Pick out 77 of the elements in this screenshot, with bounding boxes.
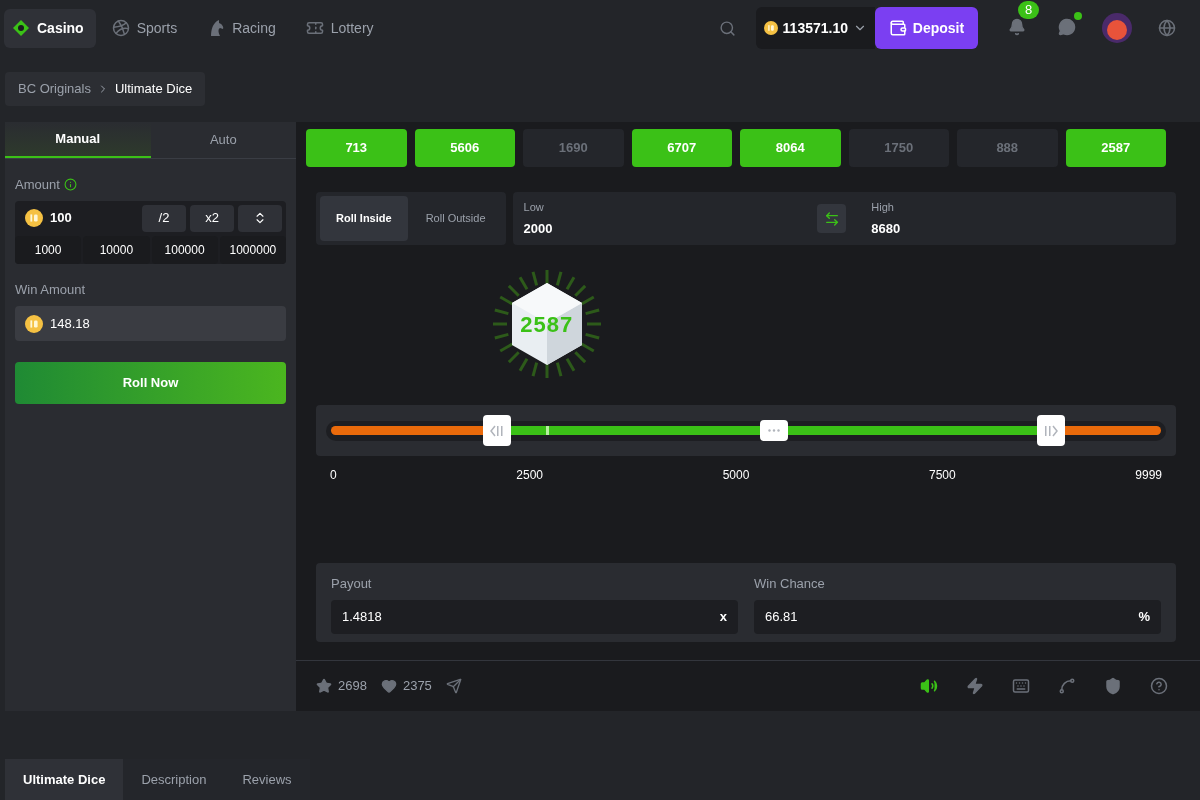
result-tile: 1750: [848, 129, 949, 167]
field-label: Payout: [331, 575, 373, 593]
nav-tab[interactable]: Lottery: [297, 8, 388, 48]
tick-label: 0: [330, 467, 337, 484]
swap-icon: [823, 210, 840, 227]
swap-button[interactable]: [817, 204, 847, 233]
info-icon: [63, 178, 77, 192]
ticket-icon: [305, 19, 324, 37]
keyboard-icon[interactable]: [1012, 677, 1030, 695]
nav-tab[interactable]: Sports: [103, 8, 192, 48]
avatar[interactable]: [1102, 13, 1132, 43]
coin-icon: [25, 209, 43, 227]
win-chance-field[interactable]: 66.81 %: [754, 599, 1161, 634]
result-tile: 2587: [1065, 129, 1166, 167]
star-icon[interactable]: [316, 678, 332, 694]
help-icon[interactable]: [1150, 677, 1168, 695]
result-dice: 2587: [491, 269, 602, 379]
info-tab[interactable]: Description: [123, 759, 225, 800]
field-label: Amount: [15, 176, 60, 194]
field-label: Win Amount: [15, 280, 87, 299]
nav-tab[interactable]: Racing: [199, 8, 290, 48]
result-tile: 713: [306, 129, 407, 167]
half-button[interactable]: /2: [142, 204, 186, 232]
chat-icon[interactable]: [1058, 18, 1076, 36]
mode-tab[interactable]: Auto: [150, 122, 296, 158]
preset-button[interactable]: 1000000: [219, 235, 286, 264]
field-label: Low: [523, 199, 545, 215]
info-tab[interactable]: Ultimate Dice: [5, 759, 124, 800]
preset-button[interactable]: 10000: [83, 235, 150, 264]
ball-icon: [111, 19, 130, 37]
roll-mode-tab[interactable]: Roll Outside: [409, 196, 502, 241]
chart-line-icon[interactable]: [1058, 677, 1076, 695]
high-value[interactable]: 8680: [871, 219, 1165, 239]
balance-selector[interactable]: 113571.10: [755, 7, 875, 49]
range-drag-handle[interactable]: [760, 420, 789, 441]
favorite-count: 2698: [338, 677, 367, 696]
shield-icon[interactable]: [1104, 677, 1122, 695]
tick-label: 7500: [928, 467, 956, 484]
breadcrumb-link[interactable]: BC Originals: [18, 79, 91, 99]
result-tile: 8064: [740, 129, 841, 167]
result-tile: 6707: [631, 129, 732, 167]
notification-badge: 8: [1018, 1, 1040, 19]
breadcrumb-current: Ultimate Dice: [114, 80, 193, 99]
field-label: Win Chance: [754, 575, 826, 593]
adjust-button[interactable]: [238, 204, 282, 232]
roll-button[interactable]: Roll Now: [15, 362, 286, 404]
preset-button[interactable]: 100000: [151, 235, 218, 264]
result-tile: 888: [957, 129, 1058, 167]
search-icon[interactable]: [718, 19, 736, 37]
result-tile: 1690: [523, 129, 624, 167]
wallet-icon: [888, 19, 907, 37]
coin-icon: [763, 21, 778, 35]
nav-tab[interactable]: Casino: [4, 8, 96, 48]
tick-label: 9999: [1135, 467, 1162, 484]
field-label: High: [871, 199, 895, 215]
low-value[interactable]: 2000: [523, 219, 818, 239]
deposit-button[interactable]: Deposit: [875, 7, 978, 49]
amount-field[interactable]: 100: [25, 208, 138, 228]
share-icon[interactable]: [445, 678, 462, 694]
slider-handle[interactable]: [483, 415, 511, 446]
like-count: 2375: [402, 677, 432, 696]
sound-icon[interactable]: [920, 677, 938, 695]
coin-icon: [25, 314, 43, 333]
tick-label: 5000: [722, 467, 750, 484]
result-tile: 5606: [414, 129, 515, 167]
slider-handle[interactable]: [1037, 415, 1066, 446]
preset-button[interactable]: 1000: [15, 235, 82, 264]
win-amount-field: 148.18: [15, 306, 286, 341]
double-button[interactable]: x2: [190, 204, 234, 232]
info-tab[interactable]: Reviews: [224, 759, 310, 800]
globe-icon[interactable]: [1158, 19, 1176, 37]
payout-field[interactable]: 1.4818 x: [331, 599, 738, 634]
lightning-icon[interactable]: [966, 677, 984, 695]
roll-mode-tab[interactable]: Roll Inside: [320, 196, 408, 241]
bell-icon[interactable]: [1008, 18, 1026, 36]
heart-icon[interactable]: [380, 678, 397, 694]
tick-label: 2500: [516, 467, 543, 484]
